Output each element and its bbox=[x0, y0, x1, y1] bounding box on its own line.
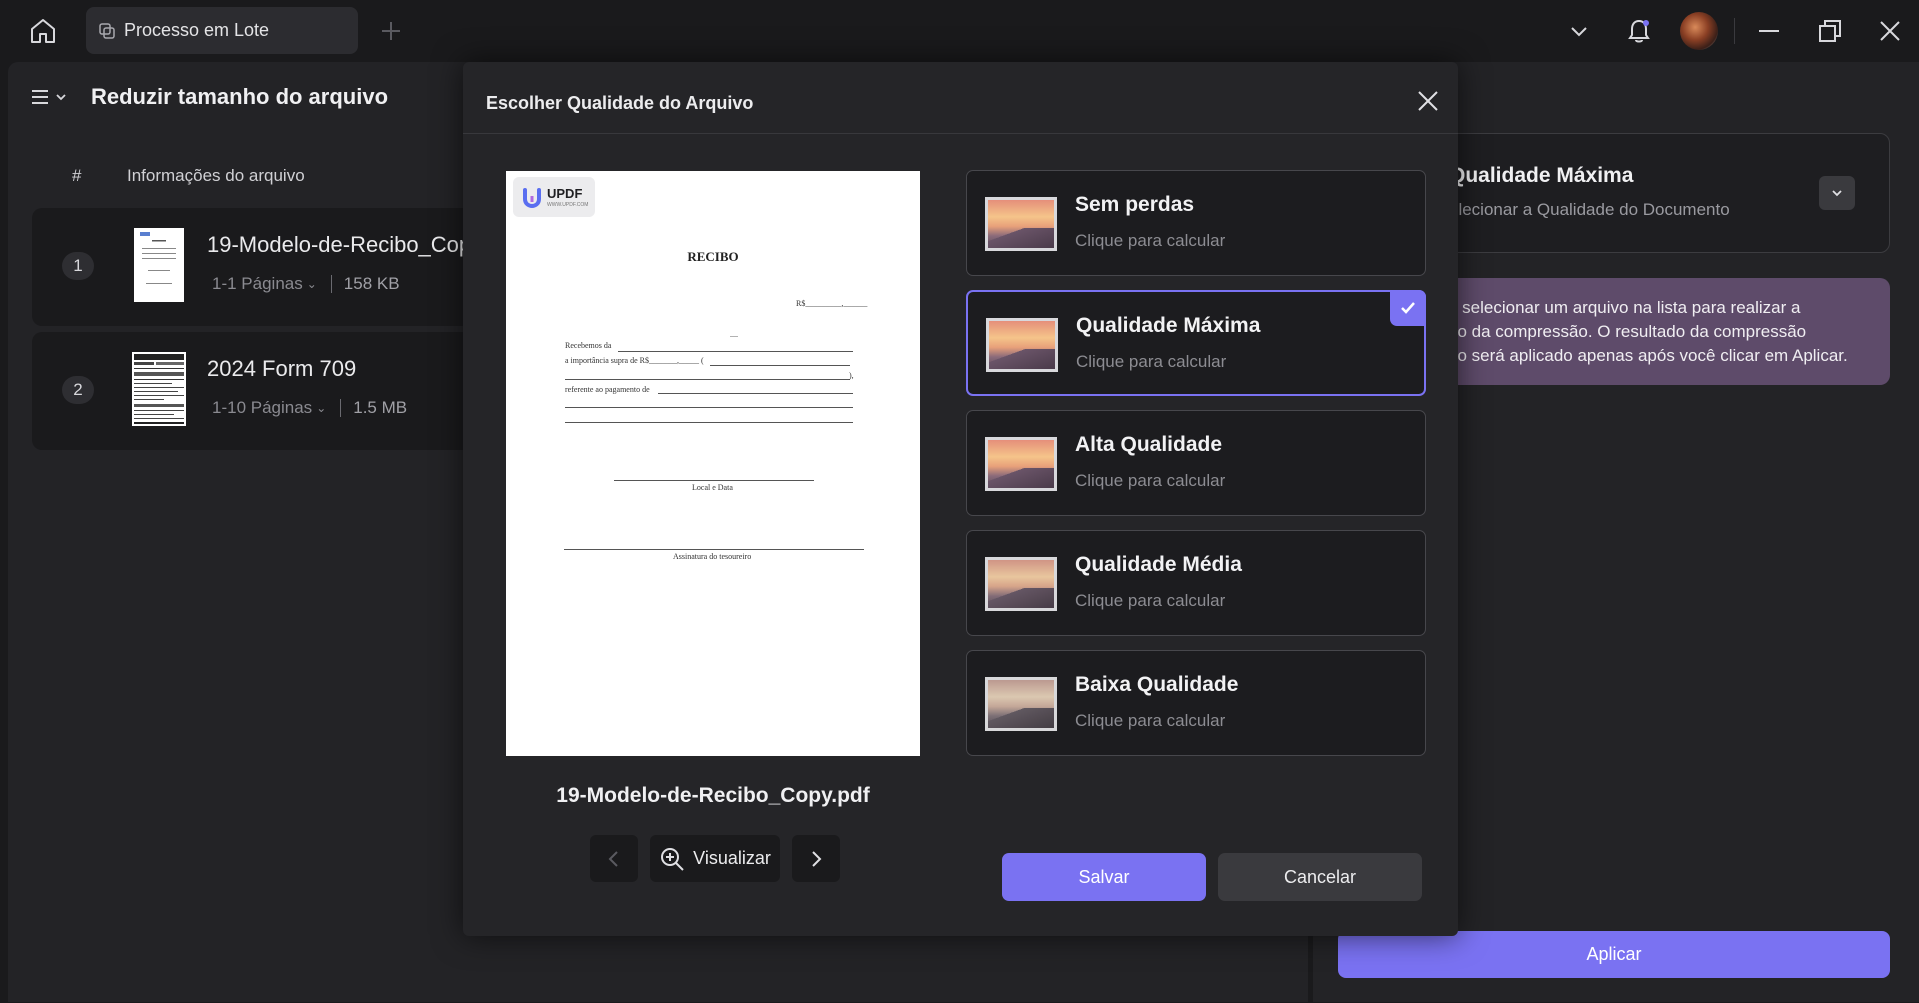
dropdown-button[interactable] bbox=[1560, 12, 1598, 50]
file-meta: 1-1 Páginas ⌄ 158 KB bbox=[212, 274, 400, 294]
chevron-right-icon bbox=[812, 850, 822, 867]
quality-option-alta-qualidade[interactable]: Alta Qualidade Clique para calcular bbox=[966, 410, 1426, 516]
plus-icon bbox=[382, 22, 400, 40]
dialog-title: Escolher Qualidade do Arquivo bbox=[486, 93, 754, 113]
doc-title: RECIBO bbox=[687, 249, 739, 264]
add-tab-button[interactable] bbox=[376, 16, 406, 46]
quality-option-sem-perdas[interactable]: Sem perdas Clique para calcular bbox=[966, 170, 1426, 276]
quality-dialog: Escolher Qualidade do Arquivo RECIBO R$_… bbox=[463, 62, 1458, 936]
restore-button[interactable] bbox=[1811, 12, 1849, 50]
cancel-button[interactable]: Cancelar bbox=[1218, 853, 1422, 901]
file-thumbnail bbox=[132, 352, 186, 426]
menu-button[interactable] bbox=[30, 84, 70, 110]
doc-text: Recebemos da bbox=[565, 341, 612, 350]
chevron-left-icon bbox=[608, 850, 618, 867]
chevron-down-icon bbox=[56, 94, 66, 101]
page-range[interactable]: 1-1 Páginas bbox=[212, 274, 303, 294]
option-subtitle: Clique para calcular bbox=[1075, 591, 1226, 610]
title-bar: Processo em Lote bbox=[0, 0, 1919, 62]
close-window-button[interactable] bbox=[1871, 12, 1909, 50]
checkmark-icon bbox=[1390, 290, 1426, 326]
file-index: 2 bbox=[62, 376, 94, 404]
preview-button[interactable]: Visualizar bbox=[650, 835, 780, 882]
chevron-down-icon bbox=[1832, 190, 1842, 197]
doc-text: Assinatura do tesoureiro bbox=[673, 552, 752, 561]
tab-processo-em-lote[interactable]: Processo em Lote bbox=[86, 7, 358, 54]
quality-option-qualidade-maxima[interactable]: Qualidade Máxima Clique para calcular bbox=[966, 290, 1426, 396]
option-title: Qualidade Máxima bbox=[1076, 314, 1261, 337]
option-title: Alta Qualidade bbox=[1075, 433, 1223, 456]
divider bbox=[1734, 18, 1735, 44]
logo-text: UPDF bbox=[547, 186, 583, 201]
file-meta: 1-10 Páginas ⌄ 1.5 MB bbox=[212, 398, 407, 418]
doc-text: ), bbox=[849, 371, 854, 380]
page-range[interactable]: 1-10 Páginas bbox=[212, 398, 312, 418]
option-subtitle: Clique para calcular bbox=[1076, 352, 1227, 371]
logo-subtext: WWW.UPDF.COM bbox=[547, 202, 589, 208]
close-icon bbox=[1418, 91, 1438, 111]
document-preview: RECIBO R$_________,______ .... Recebemos… bbox=[506, 171, 920, 756]
option-title: Baixa Qualidade bbox=[1075, 673, 1239, 696]
updf-logo: UPDF WWW.UPDF.COM bbox=[513, 177, 595, 217]
minimize-icon bbox=[1759, 30, 1779, 32]
doc-text: referente ao pagamento de bbox=[565, 385, 650, 394]
apply-button[interactable]: Aplicar bbox=[1338, 931, 1890, 978]
chevron-down-icon[interactable]: ⌄ bbox=[316, 401, 326, 415]
doc-dots: .... bbox=[730, 330, 738, 339]
home-button[interactable] bbox=[24, 12, 62, 50]
zoom-in-icon bbox=[661, 847, 684, 871]
notifications-button[interactable] bbox=[1620, 12, 1658, 50]
chevron-down-icon bbox=[1571, 27, 1587, 37]
quality-option-qualidade-media[interactable]: Qualidade Média Clique para calcular bbox=[966, 530, 1426, 636]
landscape-image-icon bbox=[985, 557, 1057, 611]
restore-icon bbox=[1819, 20, 1841, 42]
quality-option-baixa-qualidade[interactable]: Baixa Qualidade Clique para calcular bbox=[966, 650, 1426, 756]
info-text: e selecionar um arquivo na lista para re… bbox=[1448, 298, 1848, 365]
option-title: Qualidade Média bbox=[1075, 553, 1242, 576]
quality-select-subtitle: elecionar a Qualidade do Documento bbox=[1449, 200, 1730, 219]
landscape-image-icon bbox=[985, 437, 1057, 491]
option-subtitle: Clique para calcular bbox=[1075, 711, 1226, 730]
doc-text: Local e Data bbox=[692, 483, 733, 492]
tab-label: Processo em Lote bbox=[124, 20, 270, 40]
landscape-image-icon bbox=[986, 318, 1058, 372]
layers-icon bbox=[99, 22, 115, 39]
doc-amount: R$_________,______ bbox=[796, 299, 868, 308]
minimize-button[interactable] bbox=[1750, 12, 1788, 50]
bell-icon bbox=[1628, 19, 1650, 43]
avatar[interactable] bbox=[1680, 12, 1718, 50]
file-index: 1 bbox=[62, 252, 94, 280]
updf-logo-icon bbox=[523, 188, 541, 208]
dialog-header: Escolher Qualidade do Arquivo bbox=[463, 62, 1458, 134]
file-name: 19-Modelo-de-Recibo_Copy bbox=[207, 232, 483, 257]
preview-file-name: 19-Modelo-de-Recibo_Copy.pdf bbox=[556, 784, 870, 807]
landscape-image-icon bbox=[985, 197, 1057, 251]
quality-select-title: Qualidade Máxima bbox=[1449, 164, 1634, 187]
option-title: Sem perdas bbox=[1075, 193, 1195, 216]
column-header-info: Informações do arquivo bbox=[127, 166, 305, 185]
previous-page-button[interactable] bbox=[590, 835, 638, 882]
home-icon bbox=[31, 19, 55, 43]
option-subtitle: Clique para calcular bbox=[1075, 471, 1226, 490]
column-header-number: # bbox=[72, 166, 82, 185]
dialog-close-button[interactable] bbox=[1415, 88, 1441, 114]
preview-label: Visualizar bbox=[693, 848, 771, 868]
save-button[interactable]: Salvar bbox=[1002, 853, 1206, 901]
file-name: 2024 Form 709 bbox=[207, 356, 357, 381]
file-size: 158 KB bbox=[343, 274, 400, 293]
hamburger-icon bbox=[32, 90, 48, 104]
document-page: RECIBO R$_________,______ .... Recebemos… bbox=[506, 171, 920, 756]
next-page-button[interactable] bbox=[792, 835, 840, 882]
page-title: Reduzir tamanho do arquivo bbox=[91, 84, 389, 109]
close-icon bbox=[1880, 21, 1900, 41]
landscape-image-icon bbox=[985, 677, 1057, 731]
file-thumbnail bbox=[134, 228, 184, 302]
file-size: 1.5 MB bbox=[353, 398, 408, 417]
option-subtitle: Clique para calcular bbox=[1075, 231, 1226, 250]
chevron-down-icon[interactable]: ⌄ bbox=[307, 277, 317, 291]
quality-dropdown-button[interactable] bbox=[1819, 176, 1855, 210]
doc-text: a importância supra de R$_______,_____ ( bbox=[565, 356, 704, 365]
